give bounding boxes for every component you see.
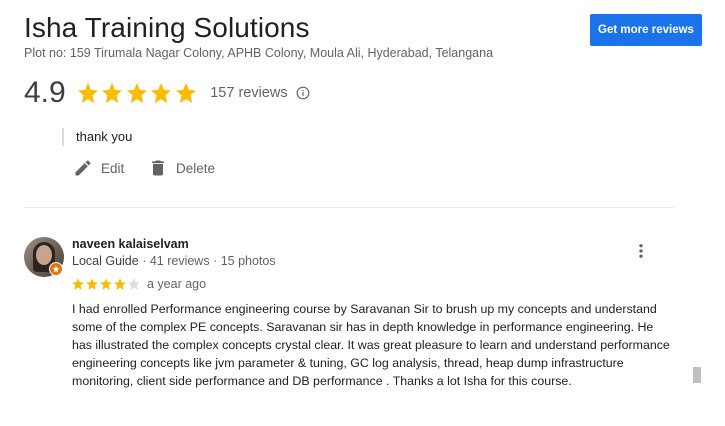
- star-icon: [114, 278, 126, 290]
- star-icon: [77, 83, 98, 103]
- star-icon: [151, 83, 172, 103]
- star-icon: [102, 83, 123, 103]
- delete-label: Delete: [176, 160, 216, 176]
- edit-reply-button[interactable]: Edit: [73, 158, 124, 178]
- owner-reply-text: thank you: [76, 129, 133, 144]
- business-name: Isha Training Solutions: [24, 12, 310, 43]
- more-vert-icon[interactable]: [632, 241, 650, 261]
- reply-quote-bar: [62, 128, 64, 146]
- scrollbar-thumb[interactable]: [693, 367, 701, 383]
- edit-label: Edit: [101, 160, 125, 176]
- edit-icon: [75, 160, 91, 176]
- star-icon: [128, 278, 140, 290]
- rating-stars: [76, 81, 199, 105]
- local-guide-badge-icon: [49, 262, 63, 276]
- reviews-count-link[interactable]: 157 reviews: [210, 85, 287, 101]
- business-address: Plot no: 159 Tirumala Nagar Colony, APHB…: [24, 46, 494, 60]
- reviewer-meta: Local Guide · 41 reviews · 15 photos: [72, 254, 276, 268]
- section-divider: [24, 207, 674, 208]
- star-icon: [86, 278, 98, 290]
- delete-icon: [152, 160, 164, 176]
- rating-value: 4.9: [24, 76, 66, 109]
- avatar-face: [36, 245, 52, 265]
- review-text: I had enrolled Performance engineering c…: [72, 302, 670, 389]
- review-time: a year ago: [147, 277, 207, 291]
- local-guide-label: Local Guide: [72, 254, 139, 268]
- get-more-reviews-button[interactable]: Get more reviews: [590, 14, 702, 46]
- star-icon: [72, 278, 84, 290]
- star-icon: [100, 278, 112, 290]
- rating-summary: 4.9 157 reviews: [24, 76, 310, 110]
- delete-reply-button[interactable]: Delete: [148, 158, 215, 178]
- review-stars: [71, 277, 141, 291]
- star-icon: [175, 83, 196, 103]
- info-icon[interactable]: [296, 86, 310, 100]
- reviewer-name[interactable]: naveen kalaiselvam: [72, 237, 189, 251]
- star-icon: [126, 83, 147, 103]
- reviewer-stats: · 41 reviews · 15 photos: [142, 254, 276, 268]
